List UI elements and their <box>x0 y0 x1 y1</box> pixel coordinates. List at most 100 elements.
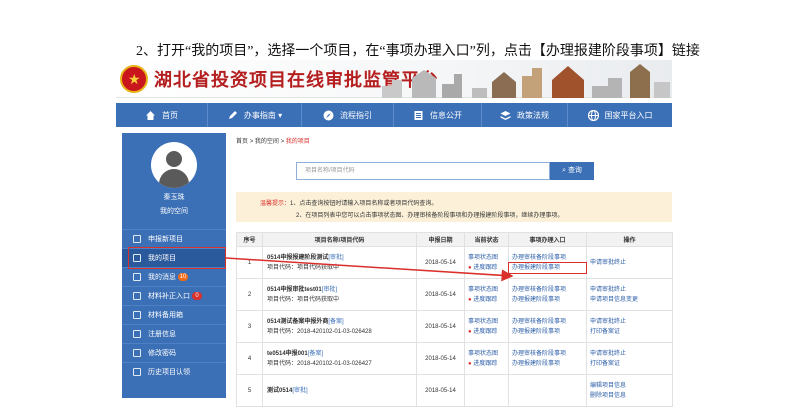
construction-stage-link[interactable]: 办理报建阶段事项 <box>509 359 586 369</box>
sidebar-item-material-supplement[interactable]: 材料补正入口 0 <box>122 286 226 305</box>
table-row: 5 测试0514[审批] 2018-05-14 编辑项目信息 删除项目信息 <box>236 374 673 407</box>
highlight-box-my-projects <box>128 247 226 269</box>
project-name-link[interactable]: 0514测试备案申报外商 <box>267 319 328 325</box>
table-row: 3 0514测试备案申报外商[备案] 项目代码：2018-420102-01-03… <box>236 310 673 343</box>
breadcrumb: 首页 > 我的空间 > 我的项目 <box>236 136 310 145</box>
row-no: 1 <box>236 246 263 279</box>
avatar <box>151 142 197 188</box>
construction-stage-link[interactable]: 办理报建阶段事项 <box>509 327 586 337</box>
project-name-link[interactable]: 测试0514 <box>267 388 292 394</box>
project-type-tag: [备案] <box>328 318 344 325</box>
nav-label: 政策法规 <box>517 110 549 120</box>
national-emblem-icon: ★ <box>120 65 148 93</box>
tips-line-2: 2、在项目列表中您可以点击事项状态图、办理审核备阶段事项和办理报建阶段事项，继续… <box>296 213 564 219</box>
search-button[interactable]: ⌕ 查询 <box>550 162 594 180</box>
site-banner: ★ 湖北省投资项目在线审批监管平台 <box>116 60 672 98</box>
approval-stage-link[interactable]: 办理审核备阶段事项 <box>509 285 586 295</box>
box-icon <box>133 311 141 319</box>
approval-stage-link[interactable]: 办理审核备阶段事项 <box>509 349 586 359</box>
nav-info[interactable]: 信息公开 <box>394 103 482 127</box>
compass-icon <box>323 110 334 121</box>
sidebar-item-material-box[interactable]: 材料备用箱 <box>122 305 226 324</box>
sidebar-item-messages[interactable]: 我的消息 10 <box>122 267 226 286</box>
sidebar-item-label: 注册信息 <box>148 331 176 338</box>
progress-tracking-link[interactable]: 进度跟踪 <box>465 359 508 369</box>
op-link-1[interactable]: 申请审批终止 <box>587 317 672 327</box>
project-type-tag: [审批] <box>321 286 338 293</box>
user-space-link[interactable]: 我的空间 <box>122 206 226 216</box>
project-name-link[interactable]: te0514申报001 <box>267 351 308 357</box>
user-name: 秦玉珠 <box>163 194 185 201</box>
key-icon <box>133 349 141 357</box>
progress-tracking-link[interactable]: 进度跟踪 <box>465 295 508 305</box>
approval-stage-link[interactable]: 办理审核备阶段事项 <box>509 317 586 327</box>
sidebar-item-history-claim[interactable]: 历史项目认领 <box>122 362 226 381</box>
progress-tracking-link[interactable]: 进度跟踪 <box>465 263 508 273</box>
instruction-text: 2、打开“我的项目”，选择一个项目，在“事项办理入口”列，点击【办理报建阶段事项… <box>136 44 700 59</box>
breadcrumb-home[interactable]: 首页 <box>236 139 248 145</box>
history-icon <box>133 368 141 376</box>
row-no: 5 <box>236 374 263 407</box>
nav-process[interactable]: 流程指引 <box>302 103 394 127</box>
supplement-count-badge: 0 <box>192 292 202 300</box>
message-icon <box>133 273 141 281</box>
main-nav: 首页 办事指南 ▾ 流程指引 信息公开 政策法规 国家平台入口 <box>116 103 672 127</box>
nav-label: 信息公开 <box>430 110 462 120</box>
status-diagram-link[interactable]: 事项状态图 <box>465 285 508 295</box>
pen-icon <box>227 110 238 121</box>
sidebar-item-registration[interactable]: 注册信息 <box>122 324 226 343</box>
tips-label: 温馨提示： <box>260 201 291 207</box>
table-row: 1 0514申报报建阶段测试[审批] 项目代码：项目代码获取中 2018-05-1… <box>236 246 673 279</box>
sidebar-item-new-project[interactable]: 申报新项目 <box>122 229 226 248</box>
nav-policy[interactable]: 政策法规 <box>482 103 568 127</box>
construction-stage-link[interactable]: 办理报建阶段事项 <box>508 261 587 274</box>
nav-national[interactable]: 国家平台入口 <box>568 103 672 127</box>
breadcrumb-separator: > <box>280 139 285 145</box>
project-code: 项目代码：2018-420102-01-03-026427 <box>267 360 372 367</box>
op-link-1[interactable]: 申请审批终止 <box>587 349 672 359</box>
op-link-1[interactable]: 编辑项目信息 <box>587 381 672 391</box>
header-status: 当前状态 <box>464 232 509 247</box>
approval-stage-link[interactable]: 办理审核备阶段事项 <box>509 253 586 263</box>
status-diagram-link[interactable]: 事项状态图 <box>465 317 508 327</box>
row-date: 2018-05-14 <box>416 278 465 311</box>
header-date: 申报日期 <box>416 232 465 247</box>
edit-icon <box>133 235 141 243</box>
op-link-1[interactable]: 申请审批终止 <box>587 285 672 295</box>
search-button-label: 查询 <box>567 167 582 174</box>
op-link-2[interactable]: 申请项目信息变更 <box>587 295 672 305</box>
row-no: 3 <box>236 310 263 343</box>
table-row: 2 0514申报审批test01[审批] 项目代码：项目代码获取中 2018-05… <box>236 278 673 311</box>
document-icon <box>413 110 424 121</box>
sidebar-item-label: 材料备用箱 <box>148 312 183 319</box>
status-diagram-link[interactable]: 事项状态图 <box>465 253 508 263</box>
op-link-2[interactable]: 删除项目信息 <box>587 391 672 401</box>
search-icon: ⌕ <box>562 167 566 174</box>
progress-tracking-link[interactable]: 进度跟踪 <box>465 327 508 337</box>
empty-status-cell <box>464 374 509 407</box>
table-row: 4 te0514申报001[备案] 项目代码：2018-420102-01-03-… <box>236 342 673 375</box>
project-code: 项目代码：项目代码获取中 <box>267 296 340 303</box>
search-input[interactable]: 项目名称/项目代码 <box>296 162 550 180</box>
message-count-badge: 10 <box>178 273 188 281</box>
breadcrumb-space[interactable]: 我的空间 <box>255 139 279 145</box>
op-link-2[interactable]: 打印备案证 <box>587 327 672 337</box>
nav-label: 首页 <box>162 110 178 120</box>
construction-stage-link[interactable]: 办理报建阶段事项 <box>509 295 586 305</box>
nav-home[interactable]: 首页 <box>116 103 208 127</box>
status-diagram-link[interactable]: 事项状态图 <box>465 349 508 359</box>
project-name-link[interactable]: 0514申报报建阶段测试 <box>267 255 328 261</box>
project-name-link[interactable]: 0514申报审批test01 <box>267 287 322 293</box>
tips-line-1: 1、点击查询按钮时请输入项目名称或者项目代码查询。 <box>290 201 438 207</box>
nav-guide[interactable]: 办事指南 ▾ <box>208 103 302 127</box>
op-link-2[interactable]: 打印备案证 <box>587 359 672 369</box>
op-link-1[interactable]: 申请审批终止 <box>587 258 672 268</box>
sidebar-item-password[interactable]: 修改密码 <box>122 343 226 362</box>
layers-icon <box>500 110 511 121</box>
breadcrumb-separator: > <box>249 139 254 145</box>
header-name: 项目名称/项目代码 <box>262 232 417 247</box>
sidebar-item-label: 申报新项目 <box>148 236 183 243</box>
project-type-tag: [备案] <box>307 350 324 357</box>
nav-label: 国家平台入口 <box>604 110 653 120</box>
project-type-tag: [审批] <box>292 387 308 394</box>
